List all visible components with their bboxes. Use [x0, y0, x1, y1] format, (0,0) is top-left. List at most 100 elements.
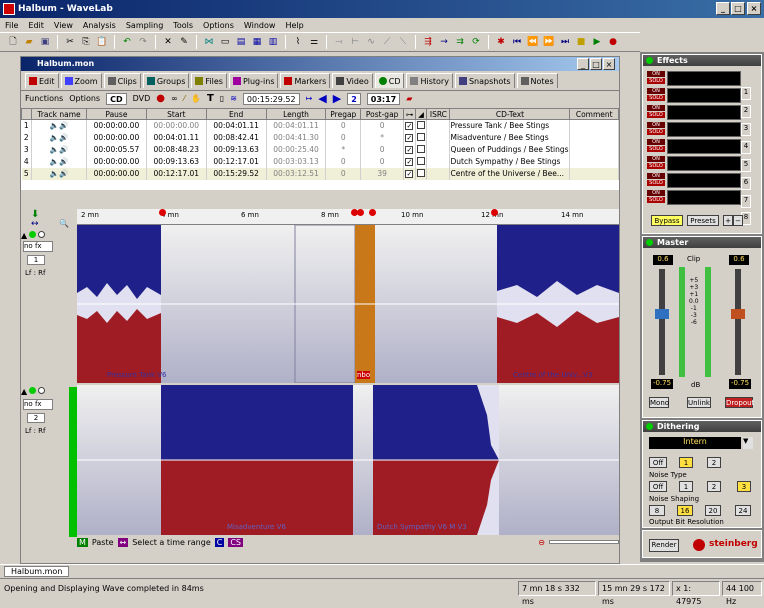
doc-maximize-button[interactable]: □: [590, 58, 602, 70]
emphasis-checkbox[interactable]: [415, 131, 428, 144]
delete-icon[interactable]: ✕: [161, 35, 175, 49]
copy-icon[interactable]: ⎘: [79, 35, 93, 49]
cell-comment[interactable]: [569, 119, 619, 132]
cd-track-marker[interactable]: [491, 209, 498, 216]
effect-slot[interactable]: ON SOLO: [647, 173, 743, 188]
tab-notes[interactable]: Notes: [516, 73, 558, 88]
bits-20-button[interactable]: 20: [705, 505, 721, 516]
cell-start[interactable]: 00:00:00.00: [146, 119, 207, 132]
presets-button[interactable]: Presets: [687, 215, 719, 226]
cell-isrc[interactable]: [426, 119, 451, 132]
swap-icon[interactable]: ↔: [31, 219, 39, 229]
emphasis-checkbox[interactable]: [415, 155, 428, 168]
table-row[interactable]: 3 🔈🔊 00:00:05.57 00:08:48.23 00:09:13.63…: [21, 143, 619, 156]
track2-fx-select[interactable]: no fx: [23, 399, 53, 410]
cell-start[interactable]: 00:08:48.23: [146, 143, 207, 156]
minimize-button[interactable]: _: [716, 2, 730, 15]
table-row[interactable]: 2 🔈🔊 00:00:00.00 00:04:01.11 00:08:42.41…: [21, 131, 619, 144]
cell-postgap[interactable]: 39: [360, 167, 405, 180]
cell-pause[interactable]: 00:00:00.00: [86, 119, 147, 132]
grid-icon[interactable]: ▦: [250, 35, 264, 49]
waveform-icon[interactable]: ≋: [230, 94, 237, 103]
arrow-up-icon[interactable]: ▲: [21, 231, 27, 240]
arrow-up-icon[interactable]: ▲: [21, 387, 27, 396]
doc-close-button[interactable]: ×: [603, 58, 615, 70]
forward-icon[interactable]: ⏩: [542, 35, 556, 49]
wand-icon[interactable]: ⁄: [184, 94, 185, 103]
emphasis-checkbox[interactable]: [415, 119, 428, 132]
hand-icon[interactable]: ✋: [191, 94, 201, 103]
device-icon[interactable]: ▯: [220, 94, 224, 103]
cell-end[interactable]: 00:09:13.63: [206, 143, 267, 156]
speaker-icon[interactable]: 🔈🔊: [31, 167, 87, 180]
track1-lane[interactable]: Pressure Tank V6 nbo Centre of the Univ.…: [77, 225, 619, 383]
bits-16-button[interactable]: 16: [677, 505, 693, 516]
noise-type-1-button[interactable]: 1: [679, 457, 693, 468]
save-icon[interactable]: ▣: [38, 35, 52, 49]
shaping-3-button[interactable]: 3: [737, 481, 751, 492]
cut-icon[interactable]: ✂: [63, 35, 77, 49]
cell-cdtext[interactable]: Dutch Sympathy / Bee Stings: [449, 155, 571, 168]
doc-tab-halbum[interactable]: Halbum.mon: [4, 566, 70, 577]
layout-icon[interactable]: ▤: [234, 35, 248, 49]
cell-end[interactable]: 00:04:01.11: [206, 119, 267, 132]
tab-clips[interactable]: Clips: [103, 73, 141, 88]
col-emphasis[interactable]: ◢: [414, 108, 428, 120]
col-protect[interactable]: ⊶: [403, 108, 416, 120]
cell-cdtext[interactable]: Queen of Puddings / Bee Stings: [449, 143, 571, 156]
undo-icon[interactable]: ↶: [120, 35, 134, 49]
cell-comment[interactable]: [569, 167, 619, 180]
cell-length[interactable]: 00:04:41.30: [266, 131, 327, 144]
effect-slot[interactable]: ON SOLO: [647, 88, 743, 103]
table-row[interactable]: 1 🔈🔊 00:00:00.00 00:00:00.00 00:04:01.11…: [21, 119, 619, 132]
fade-icon[interactable]: ⟋: [380, 35, 394, 49]
tile-icon[interactable]: ▥: [266, 35, 280, 49]
tab-files[interactable]: Files: [191, 73, 227, 88]
cd-button[interactable]: CD: [106, 92, 127, 105]
dropdown-arrow-icon[interactable]: ▼: [743, 437, 753, 449]
track1-solo-icon[interactable]: [38, 231, 46, 238]
cell-pregap[interactable]: 0: [325, 167, 362, 180]
slot-number[interactable]: 7: [741, 195, 751, 208]
track2-enable-icon[interactable]: [29, 387, 37, 394]
cell-isrc[interactable]: [426, 143, 451, 156]
zoom-slider[interactable]: [549, 540, 619, 544]
cell-postgap[interactable]: *: [360, 131, 405, 144]
menu-sampling[interactable]: Sampling: [121, 21, 168, 30]
new-file-icon[interactable]: 🗋: [6, 35, 20, 49]
track1-number[interactable]: 1: [27, 255, 45, 265]
menu-file[interactable]: File: [0, 21, 23, 30]
zoom-lens-icon[interactable]: 🔍: [59, 219, 69, 228]
effect-slot[interactable]: ON SOLO: [647, 122, 743, 137]
next-icon[interactable]: ▶: [333, 92, 341, 105]
menu-view[interactable]: View: [49, 21, 78, 30]
bypass-button[interactable]: Bypass: [651, 215, 683, 226]
cell-end[interactable]: 00:15:29.52: [206, 167, 267, 180]
effect-slot[interactable]: ON SOLO: [647, 156, 743, 171]
tab-video[interactable]: Video: [332, 73, 373, 88]
cell-pause[interactable]: 00:00:05.57: [86, 143, 147, 156]
loop-icon[interactable]: ⟳: [469, 35, 483, 49]
slot-number[interactable]: 2: [741, 105, 751, 118]
cell-cdtext[interactable]: Misadventure / Bee Stings: [449, 131, 571, 144]
cell-comment[interactable]: [569, 131, 619, 144]
cell-cdtext[interactable]: Pressure Tank / Bee Stings: [449, 119, 571, 132]
copy-protect-checkbox[interactable]: ✓: [403, 155, 416, 168]
options-menu[interactable]: Options: [69, 94, 100, 103]
play-icon[interactable]: ▶: [590, 35, 604, 49]
speaker-icon[interactable]: 🔈🔊: [31, 143, 87, 156]
cell-length[interactable]: 00:03:03.13: [266, 155, 327, 168]
col-pregap[interactable]: Pregap: [325, 108, 362, 120]
cell-pregap[interactable]: 0: [325, 155, 362, 168]
move-icon[interactable]: ↦: [306, 94, 313, 103]
menu-options[interactable]: Options: [198, 21, 239, 30]
cd-track-marker[interactable]: [159, 209, 166, 216]
cell-postgap[interactable]: 0: [360, 119, 405, 132]
remove-effect-icon[interactable]: −: [733, 215, 743, 226]
copy-protect-checkbox[interactable]: ✓: [403, 143, 416, 156]
bits-8-button[interactable]: 8: [649, 505, 665, 516]
track1-fx-select[interactable]: no fx: [23, 241, 53, 252]
tab-plugins[interactable]: Plug-ins: [228, 73, 279, 88]
cell-length[interactable]: 00:00:25.40: [266, 143, 327, 156]
crossfade-icon[interactable]: ⋈: [202, 35, 216, 49]
